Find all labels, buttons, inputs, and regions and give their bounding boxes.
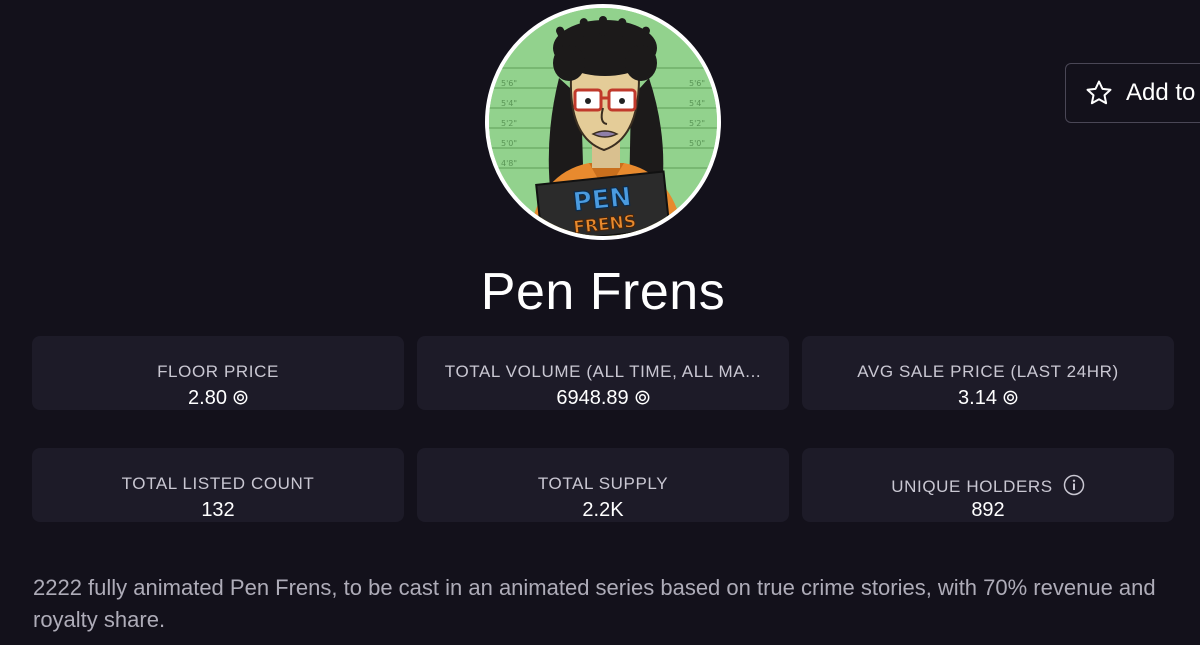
stat-label: TOTAL SUPPLY: [537, 474, 669, 493]
stat-value: 132: [201, 499, 235, 521]
mugshot-image: 5'6" 5'4" 5'2" 5'0" 4'8" 5'6" 5'4" 5'2" …: [489, 8, 717, 236]
stat-value: 892: [971, 499, 1005, 521]
stat-value-text: 6948.89: [556, 387, 629, 409]
stat-card-unique-holders: UNIQUE HOLDERS 892: [802, 448, 1174, 522]
stat-card-total-volume: TOTAL VOLUME (ALL TIME, ALL MA... 6948.8…: [417, 336, 789, 410]
collection-avatar: 5'6" 5'4" 5'2" 5'0" 4'8" 5'6" 5'4" 5'2" …: [485, 4, 721, 240]
stat-value: 6948.89: [417, 387, 789, 410]
stat-label: FLOOR PRICE: [157, 362, 279, 381]
stat-label: AVG SALE PRICE (LAST 24HR): [857, 362, 1119, 381]
stat-card-total-supply: TOTAL SUPPLY 2.2K: [417, 448, 789, 522]
stat-value-text: 2.80: [188, 387, 227, 409]
star-icon: [1084, 78, 1114, 108]
stat-value: 3.14: [802, 387, 1174, 410]
stat-label: TOTAL VOLUME (ALL TIME, ALL MA...: [444, 362, 762, 381]
svg-text:4'8": 4'8": [501, 159, 517, 168]
svg-text:5'4": 5'4": [501, 99, 517, 108]
add-to-watchlist-button[interactable]: Add to: [1065, 63, 1200, 123]
collection-page: 5'6" 5'4" 5'2" 5'0" 4'8" 5'6" 5'4" 5'2" …: [0, 0, 1200, 645]
svg-text:5'0": 5'0": [501, 139, 517, 148]
sol-icon: [1003, 388, 1018, 405]
collection-title: Pen Frens: [480, 263, 726, 321]
stat-value: 2.2K: [582, 499, 624, 521]
svg-text:5'4": 5'4": [689, 99, 705, 108]
stat-label: TOTAL LISTED COUNT: [121, 474, 315, 493]
svg-text:5'2": 5'2": [501, 119, 517, 128]
stat-card-total-listed: TOTAL LISTED COUNT 132: [32, 448, 404, 522]
stat-label: UNIQUE HOLDERS: [802, 474, 1174, 497]
info-icon[interactable]: [1063, 474, 1085, 496]
sol-icon: [233, 388, 248, 405]
svg-text:5'0": 5'0": [689, 139, 705, 148]
stat-label-text: UNIQUE HOLDERS: [891, 477, 1053, 496]
svg-text:5'2": 5'2": [689, 119, 705, 128]
stat-value: 2.80: [32, 387, 404, 410]
stat-value-text: 3.14: [958, 387, 997, 409]
svg-text:5'6": 5'6": [689, 79, 705, 88]
svg-text:5'6": 5'6": [501, 79, 517, 88]
add-to-label: Add to: [1126, 79, 1196, 106]
sol-icon: [635, 388, 650, 405]
collection-description: 2222 fully animated Pen Frens, to be cas…: [33, 575, 1156, 632]
stat-card-floor-price: FLOOR PRICE 2.80: [32, 336, 404, 410]
stat-card-avg-sale-price: AVG SALE PRICE (LAST 24HR) 3.14: [802, 336, 1174, 410]
